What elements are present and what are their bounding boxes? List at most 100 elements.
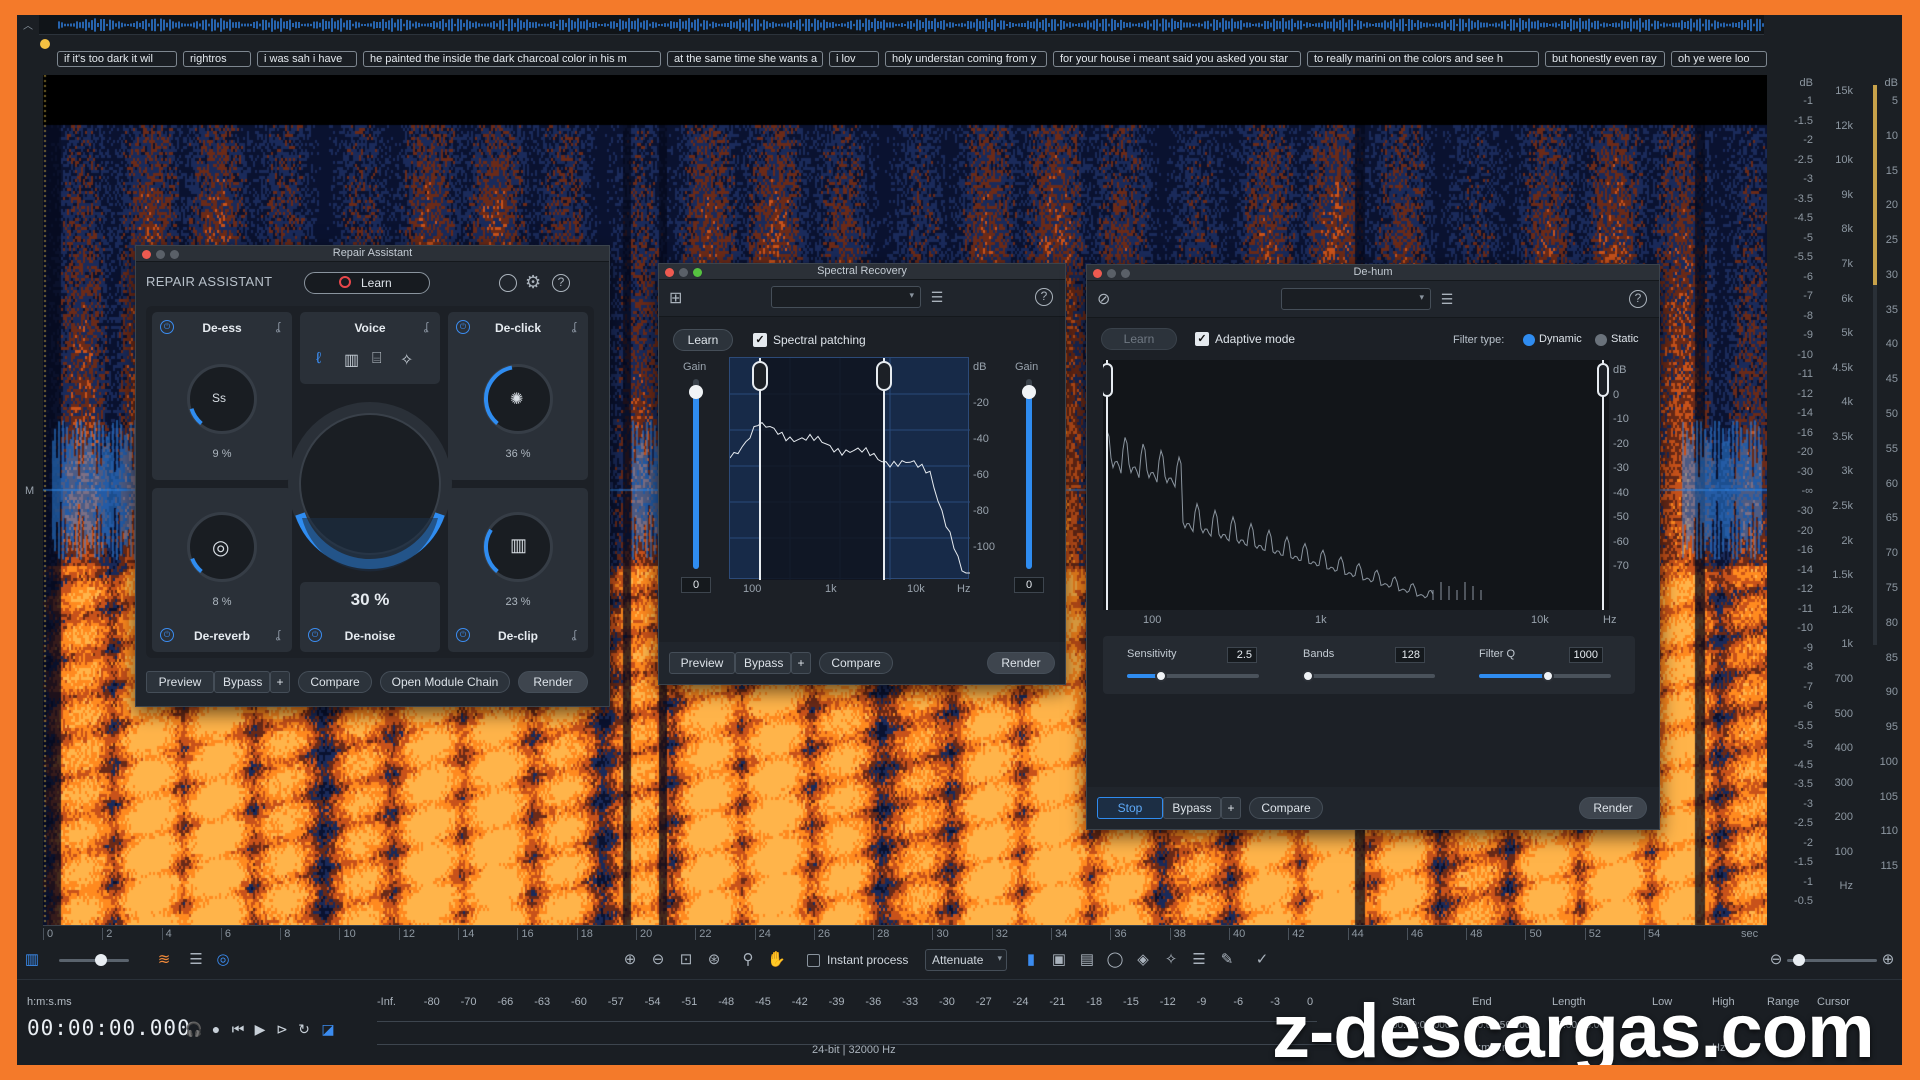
play-selection-button[interactable]: ⊳ <box>273 1020 291 1038</box>
preset-dropdown[interactable]: ▾ <box>771 286 921 308</box>
sensitivity-slider[interactable] <box>1127 670 1259 682</box>
transcript-chip[interactable]: oh ye were loo <box>1671 51 1767 67</box>
bypass-add-button[interactable]: + <box>791 652 811 674</box>
loop-button[interactable]: ↻ <box>295 1020 313 1038</box>
preset-dropdown[interactable]: ▾ <box>1281 288 1431 310</box>
close-icon[interactable] <box>142 250 151 259</box>
minimize-icon[interactable] <box>156 250 165 259</box>
zoom-out-icon[interactable]: ⊖ <box>649 951 667 969</box>
open-module-chain-button[interactable]: Open Module Chain <box>380 671 510 693</box>
frequency-selection-icon[interactable]: ▣ <box>1050 951 1068 969</box>
voice-module[interactable]: Voice ʆ ℓ ▥ ⌸ ✧ <box>300 312 440 384</box>
filterq-slider-thumb[interactable] <box>1541 670 1554 682</box>
bands-value[interactable]: 128 <box>1395 647 1425 663</box>
listen-icon[interactable]: ʆ <box>420 320 432 334</box>
find-similar-icon[interactable]: ✓ <box>1253 951 1271 969</box>
transcript-chip[interactable]: but honestly even ray <box>1545 51 1665 67</box>
overall-amount-ring[interactable] <box>280 394 460 574</box>
headphones-icon[interactable]: 🎧 <box>185 1020 203 1038</box>
sensitivity-value[interactable]: 2.5 <box>1227 647 1257 663</box>
filter-q-value[interactable]: 1000 <box>1569 647 1603 663</box>
transcript-chip[interactable]: i was sah i have <box>257 51 357 67</box>
de-ess-knob[interactable]: Ss <box>187 364 257 434</box>
record-button[interactable]: ● <box>207 1020 225 1038</box>
repair-assistant-panel[interactable]: Repair Assistant REPAIR ASSISTANT Learn … <box>135 245 610 707</box>
zoom-selection-icon[interactable]: ⊡ <box>677 951 695 969</box>
bypass-button[interactable]: Bypass <box>735 652 791 674</box>
bypass-button[interactable]: Bypass <box>1163 797 1221 819</box>
bands-slider[interactable] <box>1302 670 1435 682</box>
compare-button[interactable]: Compare <box>298 671 372 693</box>
collapse-overview-button[interactable]: ︿ <box>21 17 35 32</box>
spectral-recovery-titlebar[interactable]: Spectral Recovery <box>659 264 1065 280</box>
adaptive-mode-checkbox[interactable]: ✓ <box>1195 332 1209 346</box>
de-hum-panel[interactable]: De-hum ⊘ ▾ ☰ ? Learn ✓ Adaptive mode Fil… <box>1086 264 1660 830</box>
listen-icon[interactable]: ʆ <box>568 628 580 642</box>
menu-icon[interactable]: ☰ <box>927 289 947 305</box>
maximize-icon[interactable] <box>1121 269 1130 278</box>
transcript-view-icon[interactable]: ◎ <box>214 951 232 969</box>
hand-tool-icon[interactable]: ✋ <box>767 951 786 969</box>
drums-type-icon[interactable]: ⌸ <box>372 350 382 368</box>
waveform-view-icon[interactable]: ▥ <box>23 951 41 969</box>
de-clip-knob[interactable]: ▥ <box>483 512 553 582</box>
de-ess-module[interactable]: ⏻ De-ess ʆ Ss 9 % <box>152 312 292 480</box>
spectral-patching-checkbox[interactable]: ✓ <box>753 333 767 347</box>
bypass-add-button[interactable]: + <box>270 671 290 693</box>
de-hum-titlebar[interactable]: De-hum <box>1087 265 1659 281</box>
stop-button[interactable]: Stop <box>1097 797 1163 819</box>
play-button[interactable]: ▶ <box>251 1020 269 1038</box>
compare-button[interactable]: Compare <box>1249 797 1323 819</box>
transcript-chip[interactable]: rightros <box>183 51 251 67</box>
music-type-icon[interactable]: ▥ <box>344 350 359 370</box>
history-icon[interactable] <box>499 274 517 292</box>
gain-left-slider[interactable] <box>689 379 703 569</box>
transcript-chip[interactable]: to really marini on the colors and see h <box>1307 51 1539 67</box>
maximize-icon[interactable] <box>693 268 702 277</box>
minimize-icon[interactable] <box>679 268 688 277</box>
transcript-chip[interactable]: i lov <box>829 51 879 67</box>
process-mode-dropdown[interactable]: Attenuate ▾ <box>925 949 1007 971</box>
time-format-selector[interactable]: h:m:s.ms <box>27 996 72 1008</box>
menu-icon[interactable]: ☰ <box>1437 291 1457 307</box>
de-clip-module[interactable]: ▥ 23 % ⏻ De-clip ʆ <box>448 488 588 652</box>
render-button[interactable]: Render <box>1579 797 1647 819</box>
sensitivity-slider-thumb[interactable] <box>1155 670 1168 682</box>
filter-q-slider[interactable] <box>1479 670 1611 682</box>
transcript-chip[interactable]: holy understan coming from y <box>885 51 1047 67</box>
static-radio[interactable] <box>1595 334 1607 346</box>
de-click-knob[interactable]: ✺ <box>483 364 553 434</box>
gear-icon[interactable]: ⚙ <box>525 272 541 293</box>
listen-icon[interactable]: ʆ <box>568 320 580 334</box>
instant-process-checkbox[interactable] <box>807 954 820 967</box>
gain-left-value[interactable]: 0 <box>681 577 711 593</box>
gain-right-slider[interactable] <box>1022 379 1036 569</box>
opacity-slider[interactable] <box>59 954 129 966</box>
brush-icon[interactable]: ◈ <box>1134 951 1152 969</box>
preview-button[interactable]: Preview <box>146 671 214 693</box>
listen-icon[interactable]: ʆ <box>272 628 284 642</box>
transcript-chip[interactable]: for your house i meant said you asked yo… <box>1053 51 1301 67</box>
follow-playhead-button[interactable]: ◪ <box>319 1020 337 1038</box>
maximize-icon[interactable] <box>170 250 179 259</box>
recovery-spectrum-graph[interactable] <box>729 357 970 580</box>
voice-type-icon[interactable]: ℓ <box>316 350 321 368</box>
zoom-tool-icon[interactable]: ⚲ <box>739 951 757 969</box>
dynamic-radio[interactable] <box>1523 334 1535 346</box>
learn-button[interactable]: Learn <box>673 329 733 351</box>
time-ruler[interactable]: 0 2 4 6 8 10 12 14 16 18 20 22 24 26 28 30 32 34 36 38 40 42 4… <box>43 925 1767 941</box>
zoom-in-horizontal-icon[interactable]: ⊕ <box>1879 951 1897 969</box>
list-view-icon[interactable]: ☰ <box>187 951 205 969</box>
bypass-button[interactable]: Bypass <box>214 671 270 693</box>
de-reverb-knob[interactable]: ◎ <box>187 512 257 582</box>
learn-button[interactable]: Learn <box>1101 328 1177 350</box>
zoom-in-icon[interactable]: ⊕ <box>621 951 639 969</box>
transcript-chip[interactable]: if it's too dark it wil <box>57 51 177 67</box>
overview-waveform[interactable] <box>39 15 1764 35</box>
render-button[interactable]: Render <box>518 671 588 693</box>
learn-button[interactable]: Learn <box>304 272 430 294</box>
bands-slider-thumb[interactable] <box>1302 670 1315 682</box>
preview-button[interactable]: Preview <box>669 652 735 674</box>
zoom-fit-icon[interactable]: ⊛ <box>705 951 723 969</box>
render-button[interactable]: Render <box>987 652 1055 674</box>
